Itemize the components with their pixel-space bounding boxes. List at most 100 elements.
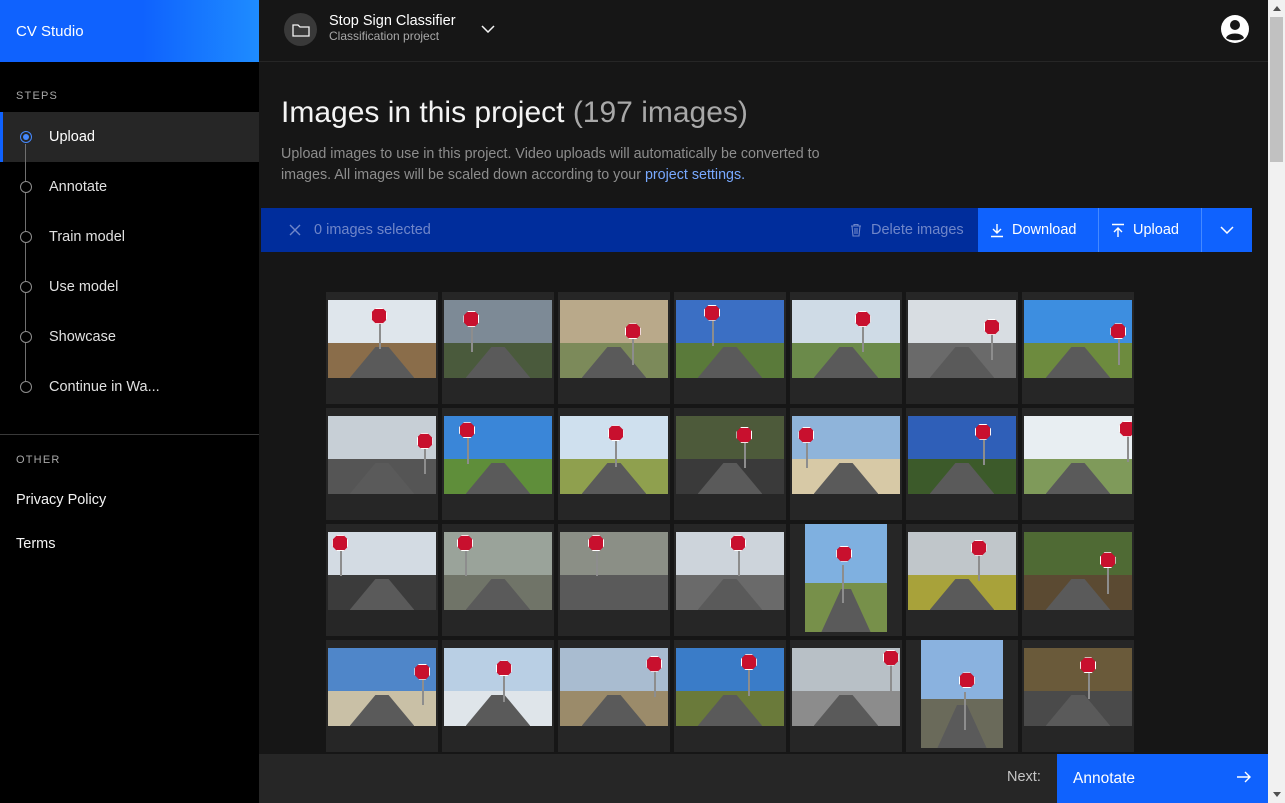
image-thumbnail[interactable] xyxy=(906,640,1018,752)
thumbnail-image xyxy=(1024,532,1132,610)
image-thumbnail[interactable] xyxy=(442,408,554,520)
sign-pole xyxy=(744,440,747,469)
image-thumbnail[interactable] xyxy=(674,640,786,752)
stop-sign-icon xyxy=(730,535,746,552)
image-thumbnail[interactable] xyxy=(442,640,554,752)
top-header: Stop Sign Classifier Classification proj… xyxy=(259,0,1268,62)
image-thumbnail[interactable] xyxy=(326,292,438,404)
upload-options-button[interactable] xyxy=(1202,208,1252,252)
sign-pole xyxy=(991,332,994,361)
image-thumbnail[interactable] xyxy=(1022,408,1134,520)
image-thumbnail[interactable] xyxy=(558,292,670,404)
image-thumbnail[interactable] xyxy=(790,524,902,636)
image-thumbnail[interactable] xyxy=(906,408,1018,520)
thumbnail-image xyxy=(908,532,1016,610)
app-name: CV Studio xyxy=(16,22,84,40)
image-thumbnail[interactable] xyxy=(1022,524,1134,636)
sign-pole xyxy=(339,549,342,577)
project-title[interactable]: Stop Sign Classifier xyxy=(329,13,456,29)
sign-pole xyxy=(841,565,844,603)
image-thumbnail[interactable] xyxy=(326,524,438,636)
step-upload[interactable]: Upload xyxy=(0,112,259,162)
thumbnail-image xyxy=(676,532,784,610)
thumbnail-sky xyxy=(908,300,1016,343)
image-thumbnail[interactable] xyxy=(558,640,670,752)
image-thumbnail[interactable] xyxy=(790,408,902,520)
image-thumbnail[interactable] xyxy=(1022,292,1134,404)
next-annotate-button[interactable]: Annotate xyxy=(1057,754,1268,803)
step-label: Upload xyxy=(49,129,95,145)
thumbnail-sky xyxy=(792,300,900,343)
sign-pole xyxy=(978,553,981,582)
thumbnail-sky xyxy=(1024,416,1132,459)
user-avatar-icon[interactable] xyxy=(1220,14,1250,44)
stop-sign-icon xyxy=(1099,552,1116,569)
page-scrollbar[interactable] xyxy=(1268,0,1285,803)
step-use-model[interactable]: Use model xyxy=(0,262,259,312)
scroll-down-arrow-icon[interactable] xyxy=(1268,786,1285,803)
thumbnail-image xyxy=(328,532,436,610)
image-thumbnail[interactable] xyxy=(326,640,438,752)
image-thumbnail[interactable] xyxy=(906,292,1018,404)
sign-pole xyxy=(1107,566,1110,594)
stop-sign-icon xyxy=(414,663,431,680)
selection-count: 0 images selected xyxy=(314,222,431,238)
sign-pole xyxy=(1087,671,1090,699)
stop-sign-icon xyxy=(588,535,605,552)
project-settings-link[interactable]: project settings. xyxy=(645,167,745,183)
image-thumbnail[interactable] xyxy=(906,524,1018,636)
upload-label: Upload xyxy=(1133,222,1179,238)
thumbnail-image xyxy=(444,300,552,378)
step-showcase[interactable]: Showcase xyxy=(0,312,259,362)
clear-selection-icon[interactable] xyxy=(286,221,304,239)
image-thumbnail[interactable] xyxy=(790,292,902,404)
image-thumbnail[interactable] xyxy=(674,408,786,520)
image-thumbnail[interactable] xyxy=(558,408,670,520)
scroll-up-arrow-icon[interactable] xyxy=(1268,0,1285,17)
step-status-icon xyxy=(20,181,32,193)
image-thumbnail[interactable] xyxy=(790,640,902,752)
stop-sign-icon xyxy=(495,660,512,677)
app-brand[interactable]: CV Studio xyxy=(0,0,259,62)
privacy-policy-link[interactable]: Privacy Policy xyxy=(0,478,259,522)
download-button[interactable]: Download xyxy=(978,208,1098,252)
stop-sign-icon xyxy=(607,425,624,442)
stop-sign-icon xyxy=(1080,657,1097,674)
stop-sign-icon xyxy=(740,654,757,671)
scrollbar-thumb[interactable] xyxy=(1270,17,1283,162)
thumbnail-image xyxy=(805,524,887,632)
folder-icon[interactable] xyxy=(284,13,317,46)
batch-action-toolbar: 0 images selected Delete images Download… xyxy=(261,208,1252,252)
upload-button[interactable]: Upload xyxy=(1099,208,1201,252)
thumbnail-sky xyxy=(676,416,784,459)
thumbnail-image xyxy=(1024,648,1132,726)
step-annotate[interactable]: Annotate xyxy=(0,162,259,212)
stop-sign-icon xyxy=(1110,323,1127,340)
image-thumbnail[interactable] xyxy=(674,524,786,636)
stop-sign-icon xyxy=(983,318,1000,335)
sign-pole xyxy=(464,549,467,577)
image-thumbnail[interactable] xyxy=(442,524,554,636)
step-label: Train model xyxy=(49,229,126,245)
step-label: Showcase xyxy=(49,329,116,345)
stop-sign-icon xyxy=(836,545,853,562)
next-label: Next: xyxy=(1007,769,1041,785)
image-thumbnail[interactable] xyxy=(442,292,554,404)
thumbnail-image xyxy=(908,416,1016,494)
image-thumbnail[interactable] xyxy=(326,408,438,520)
stop-sign-icon xyxy=(624,323,641,340)
image-thumbnail[interactable] xyxy=(674,292,786,404)
image-thumbnail[interactable] xyxy=(558,524,670,636)
sign-pole xyxy=(1126,434,1129,463)
chevron-down-icon[interactable] xyxy=(479,20,497,38)
step-train-model[interactable]: Train model xyxy=(0,212,259,262)
thumbnail-image xyxy=(560,648,668,726)
delete-images-button[interactable]: Delete images xyxy=(846,208,976,252)
sign-pole xyxy=(982,437,985,466)
sidebar-divider xyxy=(0,434,259,435)
thumbnail-sky xyxy=(560,532,668,575)
terms-link[interactable]: Terms xyxy=(0,522,259,566)
step-continue-in-watson[interactable]: Continue in Wa... xyxy=(0,362,259,412)
thumbnail-image xyxy=(676,300,784,378)
image-thumbnail[interactable] xyxy=(1022,640,1134,752)
